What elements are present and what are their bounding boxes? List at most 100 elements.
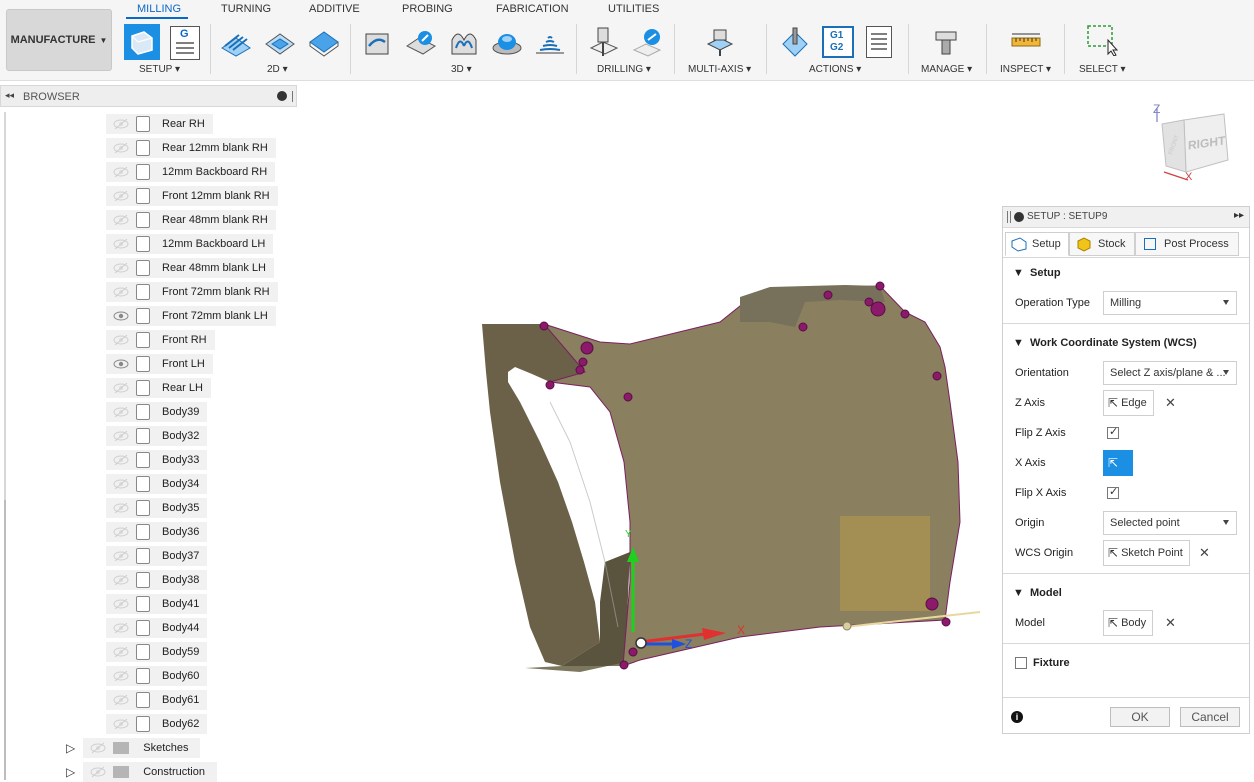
eye-hidden-icon[interactable] [112,718,130,730]
hole-recognition-icon[interactable] [632,26,664,58]
eye-icon[interactable] [89,766,107,778]
3d-parallel-icon[interactable] [448,26,480,58]
eye-hidden-icon[interactable] [112,694,130,706]
3d-contour-icon[interactable] [491,26,523,58]
section-wcs[interactable]: ▼ Work Coordinate System (WCS) [1013,337,1197,349]
browser-body-item[interactable]: Body44 [106,618,208,638]
section-setup[interactable]: ▼ Setup [1013,267,1061,279]
2d-pocket-icon[interactable] [264,26,296,58]
browser-body-item[interactable]: Front 72mm blank RH [106,282,278,302]
expand-triangle-icon[interactable]: ▷ [66,741,75,755]
eye-hidden-icon[interactable] [112,214,130,226]
model-selection[interactable]: ⇱ Body [1103,610,1154,636]
eye-icon[interactable] [112,358,130,370]
collapse-browser-icon[interactable]: ◂◂ [5,90,14,101]
fixture-checkbox[interactable] [1015,657,1027,669]
group-label-inspect[interactable]: INSPECT ▾ [1000,64,1051,75]
orientation-select[interactable]: Select Z axis/plane & ... [1103,361,1237,385]
multi-axis-icon[interactable] [704,26,736,58]
wcs-origin-selection[interactable]: ⇱ Sketch Point [1103,540,1190,566]
eye-hidden-icon[interactable] [112,382,130,394]
tab-setup[interactable]: Setup [1005,232,1069,256]
eye-hidden-icon[interactable] [112,166,130,178]
browser-folder-item[interactable]: ▷ Construction [66,762,217,782]
browser-body-item[interactable]: Body34 [106,474,208,494]
eye-hidden-icon[interactable] [112,598,130,610]
minus-circle-icon[interactable] [277,91,287,101]
eye-icon[interactable] [112,310,130,322]
workspace-switcher[interactable]: MANUFACTURE ▼ [6,9,112,71]
eye-hidden-icon[interactable] [112,262,130,274]
group-label-2d[interactable]: 2D ▾ [267,64,288,75]
flip-z-checkbox[interactable]: ✓ [1107,426,1119,439]
viewport[interactable]: Y X Z [300,82,1000,780]
new-setup-icon[interactable] [124,24,160,60]
browser-body-item[interactable]: Front 12mm blank RH [106,186,278,206]
browser-body-item[interactable]: Body62 [106,714,208,734]
drill-icon[interactable] [588,26,620,58]
browser-body-item[interactable]: Rear RH [106,114,213,134]
tab-probing[interactable]: PROBING [402,3,453,15]
eye-hidden-icon[interactable] [112,478,130,490]
browser-body-item[interactable]: Body39 [106,402,208,422]
browser-body-item[interactable]: Body38 [106,570,208,590]
tab-additive[interactable]: ADDITIVE [309,3,360,15]
tab-turning[interactable]: TURNING [221,3,271,15]
tool-library-icon[interactable] [930,26,962,58]
tab-post-process[interactable]: Post Process [1135,232,1239,256]
setup-sheet-icon[interactable]: G [170,26,200,60]
expand-triangle-icon[interactable]: ▷ [66,765,75,779]
eye-hidden-icon[interactable] [112,622,130,634]
eye-hidden-icon[interactable] [112,670,130,682]
z-axis-selection[interactable]: ⇱ Edge [1103,390,1154,416]
tab-stock[interactable]: Stock [1069,232,1135,256]
browser-body-item[interactable]: Front RH [106,330,215,350]
operation-type-select[interactable]: Milling [1103,291,1237,315]
2d-adaptive-icon[interactable] [220,26,252,58]
eye-hidden-icon[interactable] [112,574,130,586]
clear-wcs-origin-icon[interactable]: ✕ [1199,545,1210,561]
browser-body-item[interactable]: 12mm Backboard RH [106,162,276,182]
group-label-actions[interactable]: ACTIONS ▾ [809,64,861,75]
tab-milling[interactable]: MILLING [137,3,181,15]
x-axis-selection[interactable]: ⇱ [1103,450,1133,476]
browser-body-item[interactable]: Body32 [106,426,208,446]
browser-scrollbar-thumb[interactable] [4,500,6,780]
browser-body-item[interactable]: Rear 12mm blank RH [106,138,276,158]
panel-grip-icon[interactable] [292,91,293,102]
fixture-label[interactable]: Fixture [1033,657,1070,669]
browser-body-item[interactable]: Front 72mm blank LH [106,306,276,326]
3d-pocket-icon[interactable] [405,26,437,58]
browser-folder-item[interactable]: ▷ Sketches [66,738,201,758]
eye-hidden-icon[interactable] [112,646,130,658]
browser-body-item[interactable]: Body61 [106,690,208,710]
eye-icon[interactable] [89,742,107,754]
eye-hidden-icon[interactable] [112,190,130,202]
browser-body-item[interactable]: Front LH [106,354,213,374]
eye-hidden-icon[interactable] [112,238,130,250]
eye-hidden-icon[interactable] [112,454,130,466]
origin-select[interactable]: Selected point [1103,511,1237,535]
eye-hidden-icon[interactable] [112,142,130,154]
browser-body-item[interactable]: Body60 [106,666,208,686]
section-model[interactable]: ▼ Model [1013,587,1062,599]
eye-hidden-icon[interactable] [112,430,130,442]
drag-grip-icon[interactable] [1007,211,1011,223]
eye-hidden-icon[interactable] [112,502,130,514]
group-label-setup[interactable]: SETUP ▾ [139,64,180,75]
tab-fabrication[interactable]: FABRICATION [496,3,569,15]
browser-body-item[interactable]: 12mm Backboard LH [106,234,274,254]
dialog-title-bar[interactable]: SETUP : SETUP9 ▸▸ [1003,207,1249,228]
3d-scallop-icon[interactable] [534,26,566,58]
flip-x-checkbox[interactable]: ✓ [1107,486,1119,499]
eye-hidden-icon[interactable] [112,334,130,346]
browser-body-item[interactable]: Rear 48mm blank LH [106,258,274,278]
expand-dialog-icon[interactable]: ▸▸ [1234,210,1244,221]
group-label-multi-axis[interactable]: MULTI-AXIS ▾ [688,64,751,75]
browser-body-item[interactable]: Body33 [106,450,208,470]
browser-body-item[interactable]: Rear 48mm blank RH [106,210,276,230]
clear-z-axis-icon[interactable]: ✕ [1165,395,1176,411]
info-icon[interactable]: i [1011,711,1023,723]
eye-hidden-icon[interactable] [112,286,130,298]
group-label-drilling[interactable]: DRILLING ▾ [597,64,651,75]
